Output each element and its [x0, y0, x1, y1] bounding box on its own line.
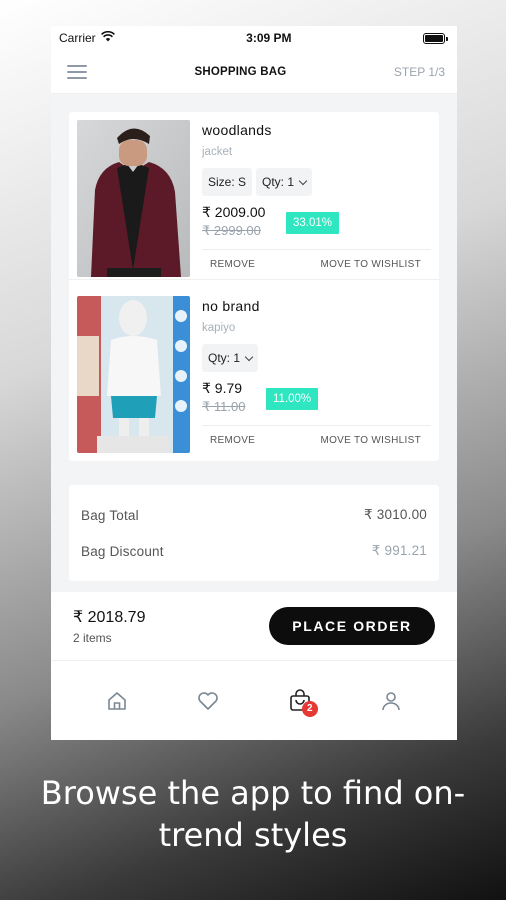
product-image-jacket[interactable] — [77, 120, 190, 277]
chevron-down-icon — [244, 352, 254, 361]
bag-total-label: Bag Total — [81, 507, 139, 523]
product-image-kapiyo[interactable] — [77, 296, 190, 453]
bag-summary: Bag Total ₹ 3010.00 Bag Discount ₹ 991.2… — [69, 485, 439, 581]
size-label: Size: S — [208, 175, 247, 189]
move-to-wishlist-button[interactable]: MOVE TO WISHLIST — [320, 435, 421, 446]
item-brand: no brand — [202, 298, 260, 314]
grand-total: ₹ 2018.79 — [73, 609, 146, 626]
size-selector[interactable]: Size: S — [202, 168, 253, 196]
phone-screen: Carrier 3:09 PM SHOPPING BAG STEP 1/3 wo… — [51, 26, 457, 740]
move-to-wishlist-button[interactable]: MOVE TO WISHLIST — [320, 259, 421, 270]
step-indicator: STEP 1/3 — [393, 64, 445, 79]
quantity-selector[interactable]: Qty: 1 — [202, 344, 259, 372]
app-header: SHOPPING BAG STEP 1/3 — [51, 50, 457, 94]
discount-badge: 11.00% — [266, 388, 319, 410]
discount-badge: 33.01% — [286, 212, 340, 234]
qty-label: Qty: 1 — [262, 175, 295, 189]
qty-label: Qty: 1 — [208, 351, 241, 365]
bag-discount-row: Bag Discount ₹ 991.21 — [81, 533, 427, 569]
cart-item: no brand kapiyo Qty: 1 ₹ 9.79 ₹ 11.00 11… — [69, 279, 439, 461]
bag-count-badge: 2 — [301, 700, 318, 717]
remove-button[interactable]: REMOVE — [210, 435, 255, 446]
heart-icon[interactable] — [188, 681, 228, 721]
remove-button[interactable]: REMOVE — [210, 259, 255, 270]
item-name: jacket — [202, 146, 233, 158]
wifi-icon — [100, 30, 115, 45]
bottom-tab-bar: 2 — [51, 660, 457, 740]
item-price: ₹ 9.79 — [202, 380, 243, 396]
item-mrp: ₹ 11.00 — [202, 399, 246, 414]
checkout-bar: ₹ 2018.79 2 items PLACE ORDER — [51, 592, 457, 660]
bag-total-value: ₹ 3010.00 — [364, 507, 427, 522]
page-title: SHOPPING BAG — [194, 65, 287, 78]
item-name: kapiyo — [202, 322, 236, 334]
bag-icon[interactable]: 2 — [280, 681, 320, 721]
item-brand: woodlands — [202, 122, 272, 138]
bag-discount-label: Bag Discount — [81, 543, 164, 559]
items-count: 2 items — [73, 631, 112, 645]
user-icon[interactable] — [371, 681, 411, 721]
home-icon[interactable] — [97, 681, 137, 721]
bag-discount-value: ₹ 991.21 — [371, 543, 427, 558]
bag-total-row: Bag Total ₹ 3010.00 — [81, 497, 427, 533]
chevron-down-icon — [298, 176, 308, 185]
battery-icon — [423, 32, 448, 44]
cart-item: woodlands jacket Size: S Qty: 1 ₹ 2009.0… — [69, 112, 439, 279]
item-mrp: ₹ 2999.00 — [202, 223, 261, 238]
place-order-button[interactable]: PLACE ORDER — [269, 607, 435, 645]
status-time: 3:09 PM — [246, 31, 292, 45]
status-bar: Carrier 3:09 PM — [51, 26, 457, 50]
cart-items-card: woodlands jacket Size: S Qty: 1 ₹ 2009.0… — [69, 112, 439, 461]
item-price: ₹ 2009.00 — [202, 204, 266, 220]
carrier-label: Carrier — [59, 31, 96, 45]
quantity-selector[interactable]: Qty: 1 — [256, 168, 313, 196]
hamburger-icon[interactable] — [67, 64, 87, 79]
promo-caption: Browse the app to find on-trend styles — [40, 774, 466, 854]
